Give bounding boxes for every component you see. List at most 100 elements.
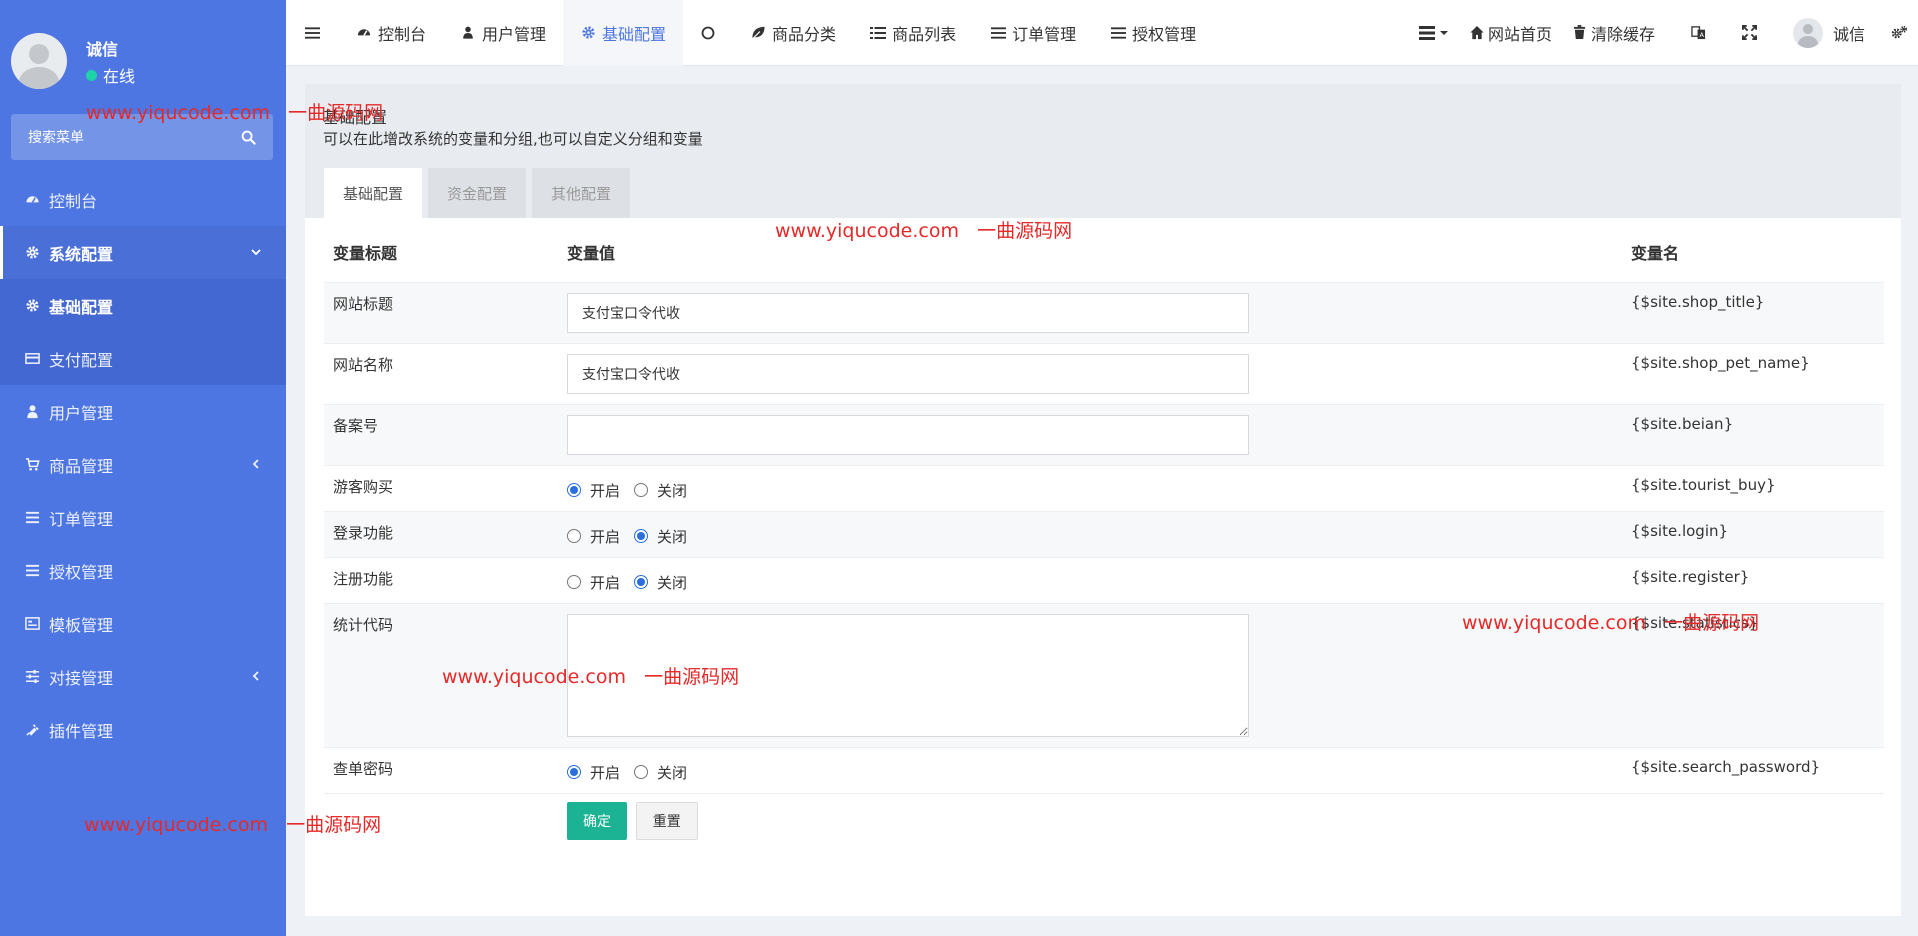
sidebar-item-orders[interactable]: 订单管理: [0, 491, 286, 544]
user-icon: [460, 25, 476, 41]
plug-icon: [25, 722, 40, 737]
login-radios: 开启 关闭: [567, 512, 1613, 547]
watermark-name: 一曲源码网: [288, 102, 384, 124]
site-name-input[interactable]: [567, 353, 1249, 394]
sidebar-search-input[interactable]: 搜索菜单: [28, 127, 241, 147]
tab-funds[interactable]: 资金配置: [428, 168, 527, 218]
tab-users[interactable]: 用户管理: [443, 0, 563, 66]
page-description: 可以在此增改系统的变量和分组,也可以自定义分组和变量: [323, 130, 703, 148]
row-var: {$site.shop_title}: [1622, 281, 1884, 343]
table-row: 网站名称 {$site.shop_pet_name}: [324, 342, 1884, 404]
watermark: www.yiqucode.com 一曲源码网: [86, 98, 383, 125]
radio-unchecked-icon[interactable]: [634, 765, 649, 779]
dashboard-icon: [25, 192, 40, 207]
tab-license[interactable]: 授权管理: [1093, 0, 1213, 66]
radio-off[interactable]: 关闭: [634, 480, 687, 501]
row-title: 网站标题: [324, 281, 558, 343]
sidebar-item-integration[interactable]: 对接管理: [0, 650, 286, 703]
menu-toggle-button[interactable]: [286, 0, 339, 66]
chevron-down-icon: [251, 249, 261, 256]
radio-on[interactable]: 开启: [567, 526, 620, 547]
config-card: 基础配置 可以在此增改系统的变量和分组,也可以自定义分组和变量 基础配置 资金配…: [305, 84, 1901, 916]
sidebar-item-basic-config[interactable]: 基础配置: [0, 279, 286, 332]
reset-button[interactable]: 重置: [635, 801, 698, 840]
tab-orders[interactable]: 订单管理: [973, 0, 1093, 66]
clear-cache-button[interactable]: 清除缓存: [1562, 0, 1673, 66]
site-title-input[interactable]: [567, 292, 1249, 333]
sidebar-item-license[interactable]: 授权管理: [0, 544, 286, 597]
beian-input[interactable]: [567, 414, 1249, 455]
list-icon: [25, 510, 40, 525]
settings-button[interactable]: [1883, 0, 1918, 66]
radio-label: 开启: [590, 573, 621, 592]
radio-checked-icon[interactable]: [634, 575, 649, 589]
radio-on[interactable]: 开启: [567, 572, 620, 593]
tab-basic-config[interactable]: 基础配置: [563, 0, 684, 66]
tab-basic[interactable]: 基础配置: [324, 168, 423, 218]
row-var: {$site.search_password}: [1622, 746, 1884, 793]
tab-categories[interactable]: 商品分类: [733, 0, 853, 66]
sidebar-item-label: 商品管理: [49, 456, 114, 476]
site-home-link[interactable]: 网站首页: [1459, 0, 1562, 66]
tab-label: 授权管理: [1132, 24, 1197, 44]
radio-off[interactable]: 关闭: [634, 762, 687, 783]
user-menu[interactable]: 诚信: [1775, 0, 1883, 66]
radio-off[interactable]: 关闭: [634, 572, 687, 593]
column-header: 变量名: [1631, 243, 1680, 263]
radio-off[interactable]: 关闭: [634, 526, 687, 547]
submit-button[interactable]: 确定: [567, 801, 627, 840]
gear-icon: [25, 298, 40, 313]
radio-unchecked-icon[interactable]: [567, 529, 581, 543]
sidebar-item-plugins[interactable]: 插件管理: [0, 703, 286, 756]
user-status: 在线: [86, 63, 135, 87]
tab-dashboard[interactable]: 控制台: [339, 0, 443, 66]
watermark-site: www.yiqucode.com: [442, 666, 626, 688]
sidebar-item-templates[interactable]: 模板管理: [0, 597, 286, 650]
sidebar-item-dashboard[interactable]: 控制台: [0, 173, 286, 226]
config-table: 变量标题 变量值 变量名 网站标题 {$site.shop_title} 网站名…: [324, 222, 1884, 850]
radio-on[interactable]: 开启: [567, 480, 620, 501]
avatar[interactable]: [11, 33, 67, 89]
watermark: www.yiqucode.com 一曲源码网: [775, 216, 1072, 243]
tabs-dropdown-button[interactable]: [1409, 0, 1459, 66]
tab-other[interactable]: 其他配置: [532, 168, 631, 218]
radio-checked-icon[interactable]: [567, 765, 581, 779]
radio-checked-icon[interactable]: [567, 483, 581, 497]
tab-circle[interactable]: [683, 0, 733, 66]
column-header: 变量标题: [333, 243, 398, 263]
row-var: {$site.register}: [1622, 556, 1884, 603]
sidebar-item-payment-config[interactable]: 支付配置: [0, 332, 286, 385]
watermark-name: 一曲源码网: [644, 666, 740, 688]
row-value: 开启 关闭: [558, 556, 1622, 603]
sidebar-item-system-config[interactable]: 系统配置: [0, 226, 286, 279]
watermark-site: www.yiqucode.com: [1462, 612, 1646, 634]
radio-checked-icon[interactable]: [634, 529, 649, 543]
hamburger-icon: [305, 26, 320, 39]
search-icon[interactable]: [241, 130, 256, 145]
language-button[interactable]: A: [1673, 0, 1724, 66]
radio-unchecked-icon[interactable]: [634, 483, 649, 497]
user-panel: 诚信 在线: [0, 0, 286, 110]
radio-unchecked-icon[interactable]: [567, 575, 581, 589]
tab-label: 基础配置: [602, 24, 667, 44]
radio-on[interactable]: 开启: [567, 762, 620, 783]
caret-down-icon: [1439, 30, 1448, 35]
list-icon: [25, 563, 40, 578]
tab-label: 商品分类: [772, 24, 837, 44]
sidebar-item-label: 支付配置: [49, 350, 114, 370]
tab-goods-list[interactable]: 商品列表: [853, 0, 973, 66]
sidebar-item-label: 对接管理: [49, 668, 114, 688]
row-title: 游客购买: [324, 464, 558, 511]
user-menu-name: 诚信: [1832, 24, 1865, 44]
row-var: {$site.login}: [1622, 510, 1884, 557]
chevron-left-icon: [252, 671, 259, 681]
table-row: 备案号 {$site.beian}: [324, 403, 1884, 465]
fullscreen-button[interactable]: [1724, 0, 1775, 66]
sidebar-item-users[interactable]: 用户管理: [0, 385, 286, 438]
watermark-name: 一曲源码网: [977, 220, 1073, 242]
sidebar-item-goods[interactable]: 商品管理: [0, 438, 286, 491]
radio-label: 开启: [590, 481, 621, 500]
row-var: {$site.beian}: [1622, 403, 1884, 465]
table-row: 查单密码 开启 关闭 {$site.search_password}: [324, 746, 1884, 793]
watermark: www.yiqucode.com 一曲源码网: [442, 662, 739, 689]
